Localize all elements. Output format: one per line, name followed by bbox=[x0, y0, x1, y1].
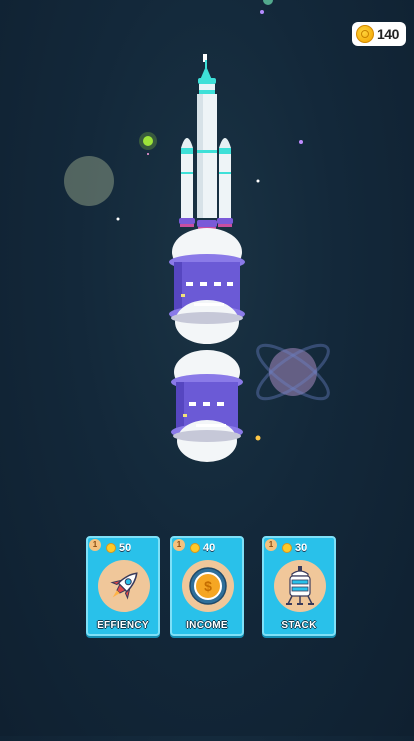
coin-icon bbox=[282, 543, 292, 553]
icon-badge bbox=[274, 560, 326, 612]
dollar-coin-icon: $ bbox=[189, 567, 227, 605]
upgrade-price: 50 bbox=[106, 542, 131, 554]
star bbox=[260, 10, 264, 14]
card-label: INCOME bbox=[186, 620, 228, 631]
price-value: 30 bbox=[295, 542, 308, 554]
upgrade-price: 40 bbox=[190, 542, 215, 554]
rocket-stage bbox=[169, 228, 245, 344]
star bbox=[255, 435, 261, 441]
star bbox=[299, 140, 303, 144]
level-badge: 1 bbox=[173, 539, 185, 551]
card-label: STACK bbox=[281, 620, 317, 631]
card-label: EFFIENCY bbox=[97, 620, 149, 631]
level-badge: 1 bbox=[265, 539, 277, 551]
price-value: 40 bbox=[203, 542, 216, 554]
rocket-stage bbox=[171, 350, 243, 462]
rocket-icon bbox=[110, 572, 138, 600]
level-badge: 1 bbox=[89, 539, 101, 551]
star bbox=[256, 179, 260, 183]
upgrade-card-efficiency[interactable]: 1 50 EFFIENCY bbox=[86, 536, 160, 636]
space-capsule-icon bbox=[286, 566, 314, 605]
coin-counter: 140 bbox=[352, 22, 406, 46]
upgrade-cards: 1 50 EFFIENCY 1 40 $ INCOME 1 30 STACK bbox=[0, 536, 414, 636]
star bbox=[147, 153, 149, 155]
icon-badge bbox=[98, 560, 150, 612]
star bbox=[116, 217, 120, 221]
star bbox=[263, 0, 273, 5]
icon-badge: $ bbox=[182, 560, 234, 612]
upgrade-price: 30 bbox=[282, 542, 307, 554]
price-value: 50 bbox=[119, 542, 132, 554]
upgrade-card-stack[interactable]: 1 30 STACK bbox=[262, 536, 336, 636]
nebula-planet bbox=[64, 156, 114, 206]
star bbox=[139, 132, 157, 150]
ringed-planet bbox=[256, 343, 330, 401]
coin-icon bbox=[190, 543, 200, 553]
coin-count: 140 bbox=[377, 26, 399, 42]
coin-icon bbox=[106, 543, 116, 553]
svg-text:$: $ bbox=[204, 578, 212, 594]
upgrade-card-income[interactable]: 1 40 $ INCOME bbox=[170, 536, 244, 636]
rocket bbox=[179, 54, 233, 230]
coin-icon bbox=[356, 25, 374, 43]
